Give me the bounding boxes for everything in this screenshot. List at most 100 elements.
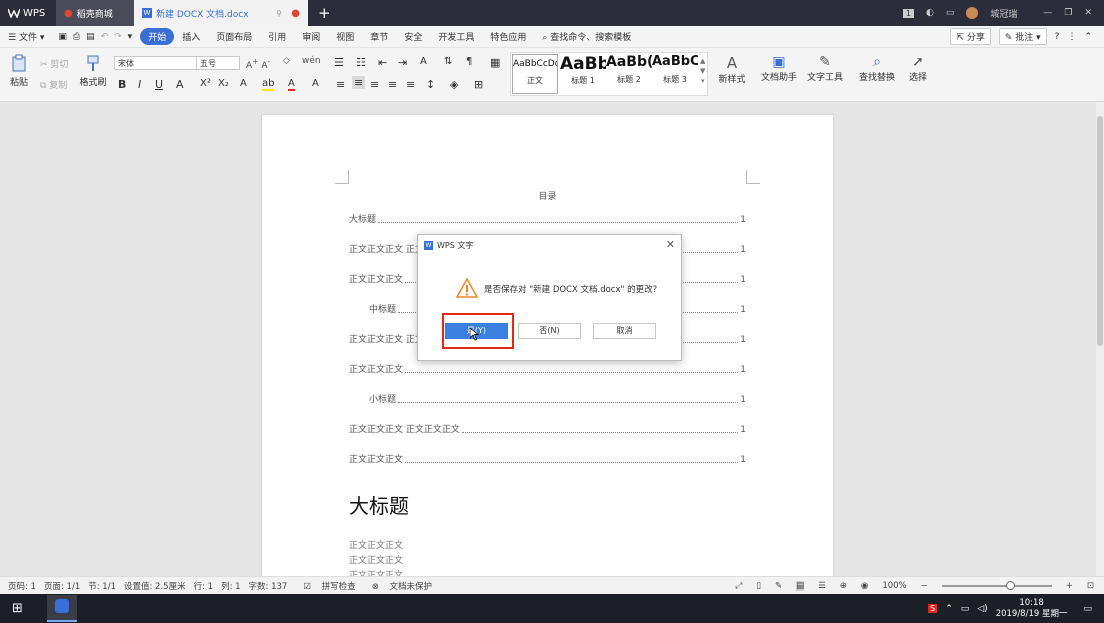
- undo-icon[interactable]: ↶: [101, 32, 109, 42]
- vertical-scrollbar[interactable]: [1096, 102, 1104, 576]
- share-button[interactable]: ⇱ 分享: [950, 28, 991, 45]
- tab-chapter[interactable]: 章节: [362, 30, 396, 43]
- quick-save-icon[interactable]: ▣: [58, 32, 67, 42]
- clock[interactable]: 10:18 2019/8/19 星期一: [996, 598, 1068, 620]
- tab-insert[interactable]: 插入: [174, 30, 208, 43]
- tab-close-icon[interactable]: ●: [291, 8, 300, 19]
- bullet-list-icon[interactable]: ☰: [334, 56, 344, 69]
- network-icon[interactable]: ▭: [961, 604, 970, 614]
- tab-store[interactable]: ● 稻壳商城: [56, 0, 134, 26]
- font-grow-icon[interactable]: A+ A-: [246, 57, 270, 71]
- justify-icon[interactable]: ≡: [388, 78, 397, 91]
- notification-icon[interactable]: ▭: [1083, 604, 1092, 614]
- zoom-in-icon[interactable]: +: [1066, 581, 1073, 591]
- indent-icon[interactable]: ⇤: [378, 56, 387, 69]
- border-icon[interactable]: ▦: [490, 56, 500, 69]
- quick-preview-icon[interactable]: ▤: [86, 32, 95, 42]
- outline-view-icon[interactable]: ☰: [818, 581, 826, 591]
- pin-icon[interactable]: ⚲: [276, 9, 282, 18]
- align-left-icon[interactable]: ≡: [336, 78, 345, 91]
- command-search[interactable]: ⌕ 查找命令、搜索模板: [534, 30, 639, 43]
- avatar[interactable]: [966, 7, 979, 19]
- select-button[interactable]: ➚ 选择: [904, 54, 932, 83]
- toc-entry[interactable]: 正文正文正文 1: [349, 363, 746, 375]
- text-tools-button[interactable]: ✎ 文字工具: [804, 54, 846, 83]
- bold-icon[interactable]: B: [118, 78, 126, 91]
- zoom-options-icon[interactable]: ⊡: [1087, 581, 1094, 591]
- eye-care-icon[interactable]: ◉: [861, 581, 868, 591]
- tab-security[interactable]: 安全: [396, 30, 430, 43]
- font-color-icon[interactable]: A: [288, 78, 295, 91]
- toc-entry[interactable]: 大标题 1: [349, 213, 746, 225]
- skin-icon[interactable]: ◐: [926, 8, 934, 18]
- paste-button[interactable]: 粘贴: [6, 54, 32, 88]
- column-info[interactable]: 列: 1: [221, 580, 240, 592]
- page-count[interactable]: 页面: 1/1: [44, 580, 80, 592]
- page-view-icon[interactable]: ▤: [796, 580, 805, 591]
- numbered-list-icon[interactable]: ☷: [356, 56, 366, 69]
- quick-print-icon[interactable]: ⎙: [73, 32, 80, 42]
- subscript-icon[interactable]: X₂: [218, 78, 229, 89]
- spell-check-button[interactable]: ☑ 拼写检查: [295, 580, 355, 592]
- taskbar-wps-app[interactable]: [46, 595, 77, 622]
- new-tab-button[interactable]: +: [308, 0, 341, 26]
- doc-protect-button[interactable]: ⊗ 文档未保护: [364, 580, 432, 592]
- read-mode-icon[interactable]: ▯: [756, 581, 761, 591]
- user-name[interactable]: 城冠瑞: [990, 7, 1017, 20]
- wps-logo-button[interactable]: WPS: [0, 0, 56, 26]
- zoom-slider-knob[interactable]: [1006, 580, 1016, 590]
- window-count-badge[interactable]: 1: [902, 8, 914, 18]
- new-style-button[interactable]: A 新样式: [714, 54, 750, 85]
- text-effect-icon[interactable]: A: [240, 78, 247, 89]
- more-icon[interactable]: ⋮: [1067, 32, 1076, 42]
- customize-icon[interactable]: ▾: [128, 32, 133, 42]
- page-number[interactable]: 页码: 1: [8, 580, 36, 592]
- outdent-icon[interactable]: ⇥: [398, 56, 407, 69]
- style-heading-1[interactable]: AaBb 标题 1: [560, 54, 606, 94]
- toc-entry[interactable]: 小标题 1: [369, 393, 746, 405]
- minimize-icon[interactable]: —: [1043, 8, 1052, 18]
- toc-entry[interactable]: 正文正文正文 正文正文正文 1: [349, 423, 746, 435]
- tab-page-layout[interactable]: 页面布局: [208, 30, 260, 43]
- tab-view[interactable]: 视图: [328, 30, 362, 43]
- comment-button[interactable]: ✎ 批注 ▾: [998, 28, 1047, 45]
- close-window-icon[interactable]: ✕: [1084, 8, 1092, 18]
- table-border-icon[interactable]: ⊞: [474, 78, 483, 91]
- section-info[interactable]: 节: 1/1: [88, 580, 116, 592]
- setting-value[interactable]: 设置值: 2.5厘米: [124, 580, 186, 592]
- chinese-layout-icon[interactable]: A: [420, 56, 427, 67]
- windows-start-icon[interactable]: ⊞: [0, 601, 35, 616]
- strikethrough-icon[interactable]: A: [176, 78, 184, 91]
- line-spacing-icon[interactable]: ↕: [426, 78, 435, 91]
- superscript-icon[interactable]: X²: [200, 78, 211, 89]
- no-button[interactable]: 否(N): [518, 323, 581, 339]
- find-replace-button[interactable]: ⌕ 查找替换: [856, 54, 898, 83]
- doc-assistant-button[interactable]: ▣ 文档助手: [760, 54, 798, 83]
- dialog-close-icon[interactable]: ✕: [666, 238, 675, 251]
- sort-icon[interactable]: ⇅: [444, 56, 452, 67]
- style-heading-3[interactable]: AaBbC 标题 3: [652, 54, 698, 94]
- web-view-icon[interactable]: ⊕: [840, 581, 847, 591]
- tab-home[interactable]: 开始: [140, 28, 175, 45]
- font-size-select[interactable]: 五号: [196, 56, 240, 70]
- font-name-select[interactable]: 宋体: [114, 56, 198, 70]
- zoom-level[interactable]: 100%: [882, 581, 906, 591]
- align-center-icon[interactable]: ≡: [352, 76, 366, 89]
- pinyin-icon[interactable]: wén: [302, 56, 321, 66]
- style-normal[interactable]: AaBbCcDd 正文: [512, 54, 558, 94]
- toc-entry[interactable]: 正文正文正文 1: [349, 453, 746, 465]
- zoom-out-icon[interactable]: −: [921, 581, 928, 591]
- input-method-icon[interactable]: S: [928, 604, 938, 613]
- collapse-ribbon-icon[interactable]: ⌃: [1084, 32, 1092, 42]
- shading-icon[interactable]: ◈: [450, 78, 458, 91]
- align-right-icon[interactable]: ≡: [370, 78, 379, 91]
- scrollbar-thumb[interactable]: [1097, 116, 1103, 346]
- edit-mode-icon[interactable]: ✎: [775, 581, 782, 591]
- help-icon[interactable]: ?: [1055, 32, 1060, 42]
- char-border-icon[interactable]: A: [312, 78, 319, 89]
- cancel-button[interactable]: 取消: [593, 323, 656, 339]
- volume-icon[interactable]: ◁): [977, 604, 987, 614]
- zoom-slider[interactable]: [941, 580, 1052, 590]
- italic-icon[interactable]: I: [138, 78, 141, 91]
- format-painter-button[interactable]: 格式刷: [78, 54, 108, 88]
